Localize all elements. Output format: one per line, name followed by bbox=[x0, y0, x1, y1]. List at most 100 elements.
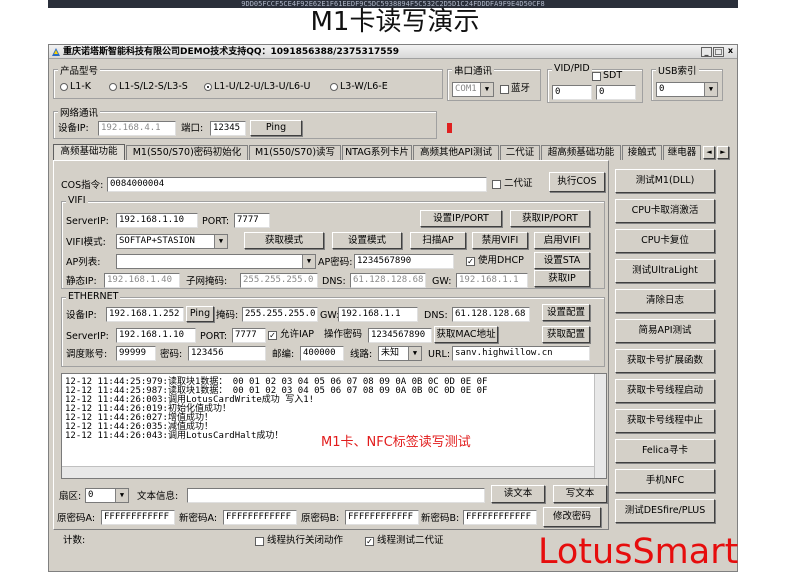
tab-m1-pwd-init[interactable]: M1(S50/S70)密码初始化 bbox=[126, 145, 248, 160]
text-info-input[interactable] bbox=[187, 488, 485, 503]
product-radio-0[interactable] bbox=[60, 83, 68, 91]
phone-nfc-button[interactable]: 手机NFC bbox=[615, 469, 715, 493]
enable-wifi-button[interactable]: 启用VIFI bbox=[534, 232, 590, 249]
line-label: 线路: bbox=[350, 349, 373, 360]
eth-server-ip-input[interactable]: 192.168.1.10 bbox=[116, 328, 196, 343]
sector-select[interactable]: 0 ▼ bbox=[85, 488, 129, 503]
idcard-checkbox[interactable] bbox=[492, 180, 501, 189]
auto-close-checkbox[interactable] bbox=[255, 537, 264, 546]
eth-ip-label: 设备IP: bbox=[66, 310, 97, 321]
wifi-port-input[interactable]: 7777 bbox=[234, 213, 270, 228]
dhcp-checkbox[interactable]: ✓ bbox=[466, 257, 475, 266]
product-radio-3[interactable] bbox=[330, 83, 338, 91]
account-input[interactable]: 99999 bbox=[116, 346, 156, 361]
sdt-checkbox[interactable] bbox=[592, 72, 601, 81]
zip-input[interactable]: 400000 bbox=[300, 346, 344, 361]
log-vertical-scrollbar[interactable] bbox=[594, 374, 606, 478]
wifi-server-ip-input[interactable]: 192.168.1.10 bbox=[116, 213, 198, 228]
wifi-gw-label: GW: bbox=[432, 276, 452, 287]
test-m1-dll-button[interactable]: 测试M1(DLL) bbox=[615, 169, 715, 193]
ap-pwd-input[interactable]: 1234567890 bbox=[354, 254, 454, 269]
op-pwd-input[interactable]: 1234567890 bbox=[368, 328, 432, 343]
scan-ap-button[interactable]: 扫描AP bbox=[410, 232, 466, 249]
usb-group-label: USB索引 bbox=[656, 63, 699, 77]
pid-input[interactable]: 0 bbox=[596, 85, 636, 100]
tab-scroll-left[interactable]: ◄ bbox=[703, 146, 715, 159]
cpu-reset-button[interactable]: CPU卡复位 bbox=[615, 229, 715, 253]
tab-ntag[interactable]: NTAG系列卡片 bbox=[342, 145, 412, 160]
tab-m1-readwrite[interactable]: M1(S50/S70)读写 bbox=[249, 145, 341, 160]
simple-api-test-button[interactable]: 简易API测试 bbox=[615, 319, 715, 343]
line-select[interactable]: 未知 ▼ bbox=[378, 346, 422, 361]
set-ipport-button[interactable]: 设置IP/PORT bbox=[420, 210, 502, 227]
read-text-button[interactable]: 读文本 bbox=[491, 485, 545, 503]
test-desfire-button[interactable]: 测试DESfire/PLUS bbox=[615, 499, 715, 523]
new-key-b-input[interactable]: FFFFFFFFFFFF bbox=[463, 510, 537, 525]
cpu-deactivate-button[interactable]: CPU卡取消激活 bbox=[615, 199, 715, 223]
minimize-button[interactable]: _ bbox=[701, 47, 712, 57]
change-password-button[interactable]: 修改密码 bbox=[543, 507, 601, 527]
log-area[interactable]: 12-12 11:44:25:979:读取块1数据： 00 01 02 03 0… bbox=[61, 373, 607, 479]
eth-gw-input[interactable]: 192.168.1.1 bbox=[338, 307, 418, 322]
sector-value: 0 bbox=[88, 490, 94, 500]
url-input[interactable]: sanv.highwillow.cn bbox=[452, 346, 590, 361]
get-mode-button[interactable]: 获取模式 bbox=[244, 232, 324, 249]
tab-hf-basic[interactable]: 高频基础功能 bbox=[53, 144, 125, 160]
eth-port-input[interactable]: 7777 bbox=[232, 328, 266, 343]
static-ip-input[interactable]: 192.168.1.40 bbox=[104, 273, 180, 288]
eth-ping-button[interactable]: Ping bbox=[186, 306, 214, 322]
test-ultralight-button[interactable]: 测试UltraLight bbox=[615, 259, 715, 283]
eth-ip-input[interactable]: 192.168.1.252 bbox=[106, 307, 184, 322]
card-thread-stop-button[interactable]: 获取卡号线程中止 bbox=[615, 409, 715, 433]
wifi-mode-label: VIFI模式: bbox=[66, 237, 106, 248]
tab-idcard[interactable]: 二代证 bbox=[500, 145, 540, 160]
tab-contact[interactable]: 接触式 bbox=[622, 145, 662, 160]
tab-hf-api[interactable]: 高频其他API测试 bbox=[413, 145, 499, 160]
eth-mask-input[interactable]: 255.255.255.0 bbox=[242, 307, 318, 322]
wifi-mode-select[interactable]: SOFTAP+STASION ▼ bbox=[116, 234, 228, 249]
set-mode-button[interactable]: 设置模式 bbox=[332, 232, 402, 249]
vid-input[interactable]: 0 bbox=[552, 85, 592, 100]
get-ip-button[interactable]: 获取IP bbox=[534, 270, 590, 287]
ping-button[interactable]: Ping bbox=[250, 120, 302, 136]
eth-dns-input[interactable]: 61.128.128.68 bbox=[452, 307, 530, 322]
log-horizontal-scrollbar[interactable] bbox=[62, 466, 594, 478]
set-sta-button[interactable]: 设置STA bbox=[534, 252, 590, 269]
orig-key-b-input[interactable]: FFFFFFFFFFFF bbox=[345, 510, 419, 525]
tab-scroll-right[interactable]: ► bbox=[717, 146, 729, 159]
subnet-mask-input[interactable]: 255.255.255.0 bbox=[240, 273, 318, 288]
subnet-mask-label: 子网掩码: bbox=[186, 276, 228, 287]
new-key-a-input[interactable]: FFFFFFFFFFFF bbox=[223, 510, 297, 525]
eth-pwd-input[interactable]: 123456 bbox=[188, 346, 266, 361]
thread-test-checkbox[interactable]: ✓ bbox=[365, 537, 374, 546]
write-text-button[interactable]: 写文本 bbox=[553, 485, 607, 503]
disable-wifi-button[interactable]: 禁用VIFI bbox=[472, 232, 528, 249]
serial-group: 串口通讯 COM1 ▼ 蓝牙 bbox=[447, 63, 541, 101]
bluetooth-checkbox[interactable] bbox=[500, 85, 509, 94]
wifi-dns-input[interactable]: 61.128.128.68 bbox=[350, 273, 426, 288]
set-config-button[interactable]: 设置配置 bbox=[542, 304, 590, 321]
felica-search-button[interactable]: Felica寻卡 bbox=[615, 439, 715, 463]
tab-uhf-basic[interactable]: 超高频基础功能 bbox=[541, 145, 621, 160]
usb-index-select[interactable]: 0 ▼ bbox=[656, 82, 718, 97]
allow-iap-checkbox[interactable]: ✓ bbox=[268, 331, 277, 340]
get-mac-button[interactable]: 获取MAC地址 bbox=[434, 326, 498, 343]
port-input[interactable]: 12345 bbox=[210, 121, 246, 136]
device-ip-input[interactable]: 192.168.4.1 bbox=[98, 121, 176, 136]
cos-input[interactable]: 0084000004 bbox=[107, 177, 487, 192]
close-button[interactable]: x bbox=[725, 47, 736, 57]
get-config-button[interactable]: 获取配置 bbox=[542, 326, 590, 343]
exec-cos-button[interactable]: 执行COS bbox=[549, 172, 605, 192]
ap-list-select[interactable]: ▼ bbox=[116, 254, 316, 269]
orig-key-a-input[interactable]: FFFFFFFFFFFF bbox=[101, 510, 175, 525]
wifi-gw-input[interactable]: 192.168.1.1 bbox=[456, 273, 528, 288]
get-ipport-button[interactable]: 获取IP/PORT bbox=[510, 210, 590, 227]
com-port-select[interactable]: COM1 ▼ bbox=[452, 82, 494, 97]
clear-log-button[interactable]: 清除日志 bbox=[615, 289, 715, 313]
product-radio-2[interactable] bbox=[204, 83, 212, 91]
product-radio-1[interactable] bbox=[109, 83, 117, 91]
card-thread-start-button[interactable]: 获取卡号线程启动 bbox=[615, 379, 715, 403]
tab-relay[interactable]: 继电器 bbox=[663, 145, 701, 160]
maximize-button[interactable]: □ bbox=[713, 47, 724, 57]
get-card-ext-button[interactable]: 获取卡号扩展函数 bbox=[615, 349, 715, 373]
